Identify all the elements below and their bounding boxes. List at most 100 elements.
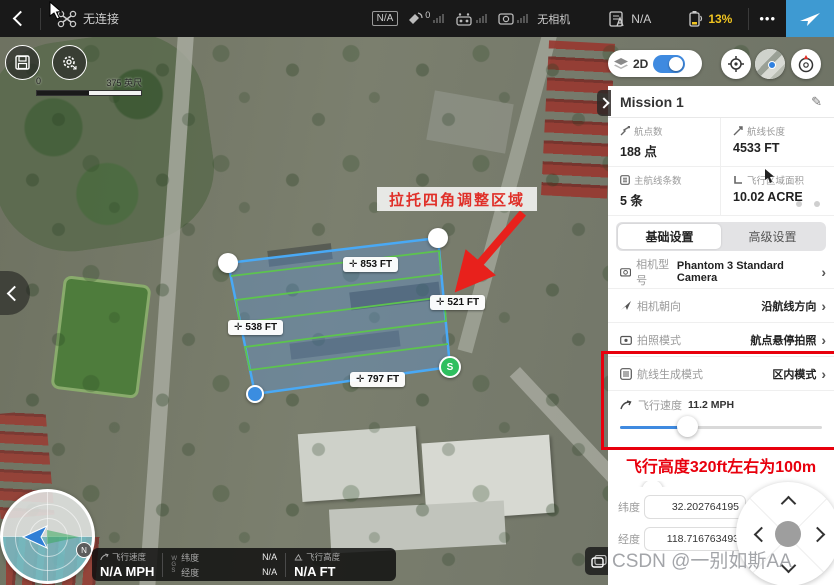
chevron-right-icon: › (821, 264, 826, 280)
save-mission-button[interactable] (5, 45, 40, 80)
watermark: CSDN @一别如斯AA (612, 546, 834, 573)
drag-icon: ✛ (349, 259, 357, 270)
start-point-marker[interactable]: S (439, 356, 461, 378)
north-indicator: N (76, 542, 92, 558)
scale-zero-label: 0 (36, 76, 41, 89)
compass-reset-button[interactable] (791, 49, 821, 79)
nudge-right-button[interactable] (810, 527, 826, 543)
edge-length-label-left: ✛538 FT (228, 320, 283, 335)
polygon-corner-handle[interactable] (218, 253, 238, 273)
settings-tabs: 基础设置 高级设置 (616, 222, 826, 251)
annotation-altitude-note: 飞行高度320ft左右为100m (608, 448, 834, 481)
camera-icon (620, 267, 631, 277)
drag-icon: ✛ (436, 297, 444, 308)
camera-status: 无相机 (537, 11, 570, 27)
nudge-up-button[interactable] (781, 496, 797, 512)
flight-speed-slider[interactable] (620, 417, 822, 437)
settings-button[interactable] (52, 45, 87, 80)
satellite-signal-bars (433, 14, 444, 23)
map-thumbnail (755, 49, 785, 79)
rc-signal-bars (476, 14, 487, 23)
divider (40, 8, 41, 30)
speed-icon (620, 400, 632, 410)
edge-length-label-right: ✛521 FT (430, 295, 485, 310)
nudge-center-button[interactable] (775, 521, 801, 547)
stats-pagination-dots[interactable] (796, 201, 820, 207)
chevron-right-icon: › (821, 366, 826, 382)
wgs-label: WGS (171, 556, 177, 574)
battery-percent: 13% (708, 12, 732, 26)
latitude-input[interactable] (644, 495, 746, 519)
app-screen: S ✛853 FT ✛521 FT ✛538 FT ✛797 FT 拉托四角调整… (0, 0, 834, 585)
start-point-label: S (447, 362, 454, 373)
crosshair-icon (727, 55, 745, 73)
mission-stats: 航点数 188 点 航线长度 4533 FT 主航线条数 5 条 (608, 118, 834, 216)
map-mode-pill: 2D (608, 50, 702, 77)
camera-signal-bars (517, 14, 528, 23)
camera-icon (591, 555, 607, 568)
annotation-drag-corners-label: 拉托四角调整区域 (377, 187, 537, 211)
stat-mainline-count: 主航线条数 5 条 (608, 167, 721, 216)
collapse-mission-panel-button[interactable] (597, 90, 611, 116)
polygon-corner-handle-selected[interactable] (246, 385, 264, 403)
slider-thumb[interactable] (677, 416, 698, 437)
setting-camera-model[interactable]: 相机型号 Phantom 3 Standard Camera › (608, 255, 834, 289)
heading-icon (620, 300, 632, 311)
attitude-compass (0, 489, 95, 584)
more-menu-button[interactable]: ••• (749, 11, 786, 26)
annotation-arrow (462, 213, 523, 284)
compass-icon (796, 54, 816, 74)
mission-title: Mission 1 (620, 94, 684, 110)
drag-icon: ✛ (234, 322, 242, 333)
tab-basic-settings[interactable]: 基础设置 (618, 224, 721, 249)
chevron-right-icon: › (821, 332, 826, 348)
telemetry-position: WGS 纬度N/A 经度N/A (163, 551, 285, 579)
locate-button[interactable] (721, 49, 751, 79)
mission-polygon[interactable] (228, 238, 450, 394)
gear-icon (61, 54, 78, 71)
polygon-corner-handle[interactable] (428, 228, 448, 248)
chevron-left-icon (6, 285, 22, 301)
checklist-status: N/A (631, 12, 651, 26)
battery-icon (687, 10, 704, 27)
back-button[interactable] (0, 13, 40, 24)
scale-distance-label: 375 英尺 (106, 76, 142, 89)
camera-signal-icon (498, 12, 514, 25)
mission-panel: Mission 1 ✎ 航点数 188 点 航线长度 4533 FT (608, 86, 834, 503)
setting-route-generation-mode[interactable]: 航线生成模式 区内模式 › (608, 357, 834, 391)
2d-toggle[interactable] (653, 55, 685, 73)
top-status-bar: 无连接 N/A 0 无相机 (0, 0, 834, 37)
edge-length-label-bottom: ✛797 FT (350, 372, 405, 387)
telemetry-bar: 飞行速度 N/A MPH WGS 纬度N/A 经度N/A 飞行高度 N/A FT (92, 548, 396, 581)
map-scale-bar: 0 375 英尺 (36, 76, 142, 96)
nudge-left-button[interactable] (754, 527, 770, 543)
route-length-icon (733, 126, 743, 136)
edit-mission-button[interactable]: ✎ (811, 94, 822, 110)
setting-capture-mode[interactable]: 拍照模式 航点悬停拍照 › (608, 323, 834, 357)
tab-advanced-settings[interactable]: 高级设置 (721, 224, 824, 249)
takeoff-button[interactable] (786, 0, 834, 37)
save-icon (15, 55, 30, 70)
map-preview-button[interactable] (755, 49, 785, 79)
chevron-right-icon (598, 97, 609, 108)
latitude-label: 纬度 (618, 499, 644, 515)
capture-mode-icon (620, 335, 632, 345)
area-ruler-icon (733, 175, 743, 185)
aircraft-heading-arrow (17, 520, 83, 554)
speed-icon (100, 553, 109, 561)
mouse-cursor-secondary (764, 168, 776, 184)
telemetry-speed: 飞行速度 N/A MPH (92, 551, 162, 579)
drag-icon: ✛ (356, 374, 364, 385)
checklist-icon (608, 11, 626, 27)
waypoints-icon (620, 126, 630, 136)
layers-icon (613, 57, 629, 71)
connection-status: 无连接 (83, 10, 119, 27)
satellite-count: 0 (425, 10, 430, 20)
setting-camera-heading[interactable]: 相机朝向 沿航线方向 › (608, 289, 834, 323)
satellite-icon (407, 11, 424, 26)
remote-controller-icon (455, 12, 473, 26)
telemetry-altitude: 飞行高度 N/A FT (286, 551, 348, 579)
airplane-icon (798, 9, 822, 29)
route-mode-icon (620, 368, 632, 380)
stat-area: 飞行区域面积 10.02 ACRE (721, 167, 834, 216)
